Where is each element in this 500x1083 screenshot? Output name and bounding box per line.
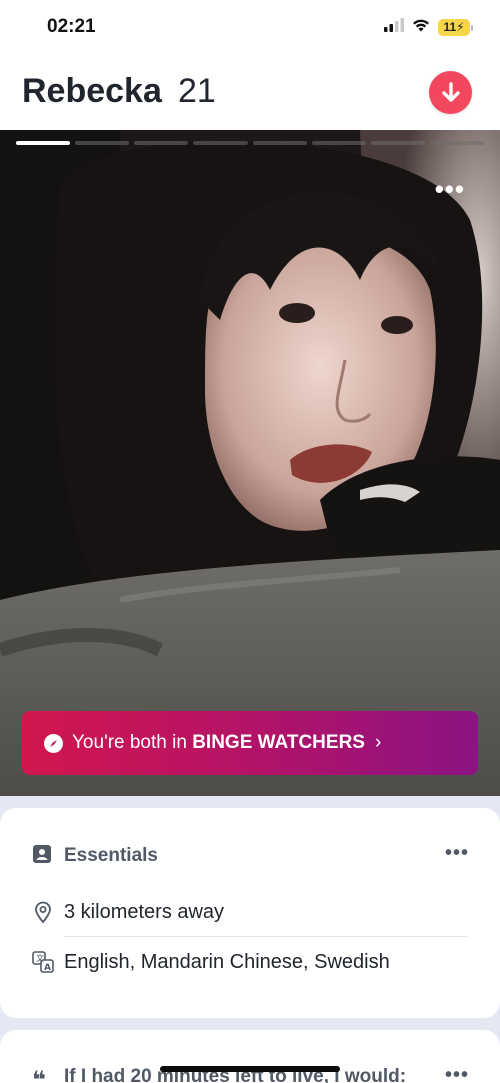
cellular-signal-icon (384, 18, 404, 37)
photo-progress-segment[interactable] (370, 141, 425, 145)
prompt-card: ❝ If I had 20 minutes left to live, I wo… (0, 1030, 500, 1083)
essential-distance: 3 kilometers away (32, 888, 468, 936)
battery-charging-icon: 11⚡ (438, 19, 473, 36)
photo-progress-segment[interactable] (193, 141, 248, 145)
profile-card-icon (32, 844, 52, 869)
profile-photo[interactable]: ••• You're both in BINGE WATCHERS › (0, 130, 500, 796)
status-icons: 11⚡ (384, 18, 473, 37)
collapse-profile-button[interactable] (429, 71, 472, 114)
essentials-card: Essentials ••• 3 kilometers away 文 A Eng… (0, 808, 500, 1018)
photo-progress (16, 141, 484, 145)
profile-header: Rebecka 21 (0, 56, 500, 130)
svg-text:文: 文 (36, 953, 44, 963)
location-pin-icon (32, 901, 54, 923)
status-time: 02:21 (47, 16, 96, 37)
photo-more-options-button[interactable]: ••• (435, 174, 465, 205)
arrow-down-icon (441, 81, 460, 102)
compass-icon (44, 733, 63, 753)
photo-progress-segment[interactable] (429, 141, 484, 145)
profile-name: Rebecka (22, 72, 162, 110)
shared-interest-group: BINGE WATCHERS (192, 732, 365, 753)
portrait-image (0, 130, 500, 796)
shared-interest-banner[interactable]: You're both in BINGE WATCHERS › (22, 711, 478, 775)
chevron-right-icon: › (374, 732, 382, 753)
essentials-more-button[interactable]: ••• (445, 842, 469, 865)
photo-progress-segment[interactable] (75, 141, 130, 145)
essential-languages: 文 A English, Mandarin Chinese, Swedish (32, 938, 468, 986)
photo-progress-segment[interactable] (134, 141, 189, 145)
essentials-title: Essentials (64, 845, 158, 866)
status-bar: 02:21 11⚡ (0, 0, 500, 56)
photo-progress-segment[interactable] (311, 141, 366, 145)
wifi-icon (412, 18, 430, 37)
quote-icon: ❝ (32, 1067, 47, 1083)
shared-interest-text: You're both in BINGE WATCHERS (72, 732, 365, 754)
essential-distance-value: 3 kilometers away (64, 900, 225, 923)
home-indicator[interactable] (160, 1066, 340, 1072)
essentials-divider (64, 936, 468, 937)
profile-age: 21 (178, 72, 216, 110)
photo-progress-segment[interactable] (16, 141, 71, 145)
prompt-more-button[interactable]: ••• (445, 1064, 469, 1083)
photo-progress-segment[interactable] (252, 141, 307, 145)
translate-icon: 文 A (32, 951, 54, 973)
essential-languages-value: English, Mandarin Chinese, Swedish (64, 950, 390, 973)
shared-interest-prefix: You're both in (72, 732, 193, 753)
battery-level: 11 (443, 20, 457, 34)
svg-text:A: A (44, 963, 51, 973)
